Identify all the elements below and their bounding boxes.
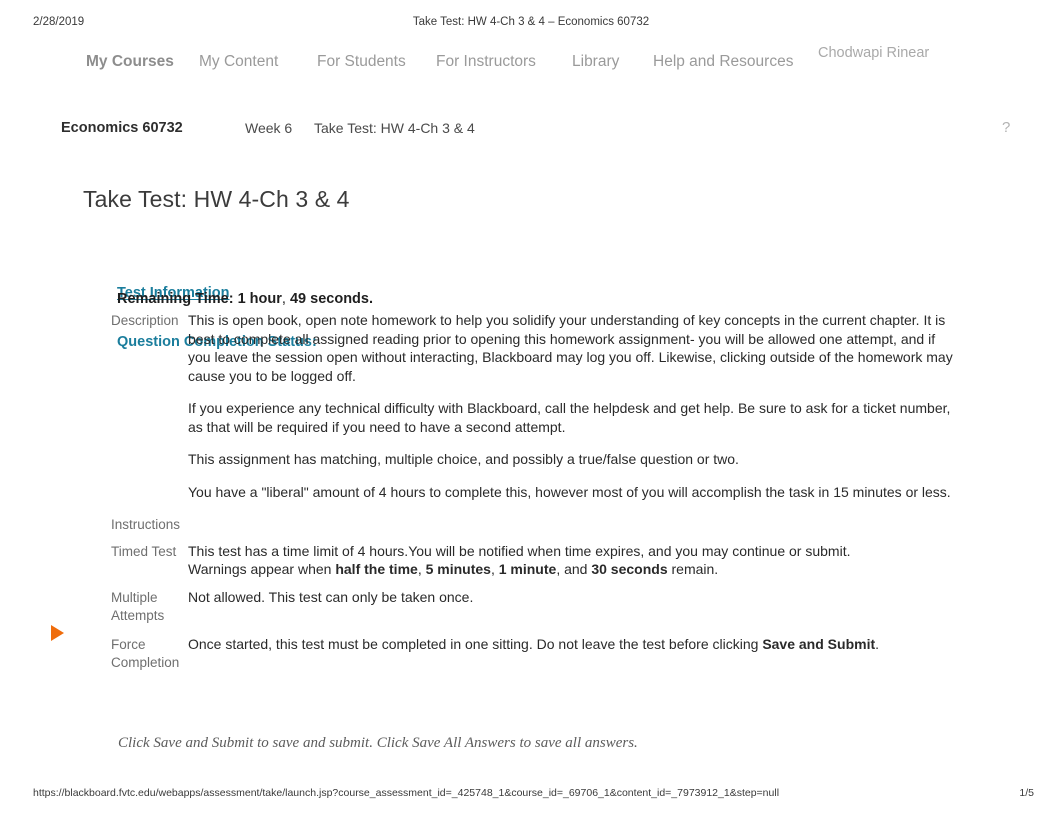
detail-label-description: Description (111, 313, 179, 328)
force-completion-prefix: Once started, this test must be complete… (188, 635, 763, 652)
nav-item-my-content[interactable]: My Content (199, 50, 278, 74)
nav-item-for-students[interactable]: For Students (317, 50, 406, 74)
nav-item-my-courses[interactable]: My Courses (86, 50, 174, 74)
description-paragraph-1: This is open book, open note homework to… (188, 312, 953, 384)
detail-row-description: Description This is open book, open note… (111, 311, 956, 501)
remaining-time-prefix: Remaining Time: (117, 291, 238, 307)
nav-item-library[interactable]: Library (572, 50, 619, 74)
timed-test-warn-suffix: remain. (667, 561, 719, 577)
timed-test-line-2: Warnings appear when half the time, 5 mi… (188, 560, 956, 579)
print-header: 2/28/2019 Take Test: HW 4-Ch 3 & 4 – Eco… (0, 16, 1062, 32)
description-paragraph-2: If you experience any technical difficul… (188, 400, 951, 435)
print-document-title: Take Test: HW 4-Ch 3 & 4 – Economics 607… (412, 16, 650, 28)
breadcrumb-current[interactable]: Take Test: HW 4-Ch 3 & 4 (314, 117, 475, 139)
breadcrumb-week[interactable]: Week 6 (245, 117, 292, 139)
nav-item-help-and-resources[interactable]: Help and Resources (653, 50, 793, 74)
user-name-label[interactable]: Chodwapi Rinear (818, 41, 929, 65)
print-footer-page-number: 1/5 (1019, 787, 1034, 799)
force-completion-suffix: . (875, 635, 880, 652)
timed-test-warn-3: 1 minute (498, 561, 557, 577)
timed-test-warn-4: 30 seconds (591, 561, 668, 577)
detail-value-description: This is open book, open note homework to… (188, 311, 956, 501)
detail-value-timed-test: This test has a time limit of 4 hours.Yo… (188, 542, 956, 579)
detail-row-multiple-attempts: Multiple Attempts Not allowed. This test… (111, 588, 956, 626)
breadcrumb: Economics 60732 Week 6 Take Test: HW 4-C… (0, 117, 1062, 141)
detail-value-multiple-attempts: Not allowed. This test can only be taken… (188, 588, 474, 605)
test-information-table: Description This is open book, open note… (111, 311, 956, 673)
global-navigation: My Courses My Content For Students For I… (0, 45, 1062, 76)
remaining-time-seconds-value: 49 (289, 291, 307, 307)
play-triangle-icon[interactable] (51, 625, 64, 641)
remaining-time-separator: , (281, 291, 290, 307)
remaining-time-seconds-unit: seconds. (306, 291, 373, 307)
timed-test-warn-sep-1: , (417, 561, 426, 577)
detail-row-timed-test: Timed Test This test has a time limit of… (111, 542, 956, 579)
remaining-time: Remaining Time: 1 hour, 49 seconds. (117, 291, 373, 307)
detail-label-multiple-attempts: Multiple Attempts (111, 589, 165, 624)
breadcrumb-course[interactable]: Economics 60732 (61, 117, 183, 139)
timed-test-line-1: This test has a time limit of 4 hours.Yo… (188, 542, 851, 559)
save-submit-footnote: Click Save and Submit to save and submit… (118, 735, 638, 751)
detail-label-timed-test: Timed Test (111, 543, 177, 559)
timed-test-warn-sep-2: , (490, 561, 499, 577)
remaining-time-hours: 1 hour (237, 291, 282, 307)
nav-item-for-instructors[interactable]: For Instructors (436, 50, 536, 74)
timed-test-warn-2: 5 minutes (425, 561, 491, 577)
force-completion-bold: Save and Submit (762, 635, 876, 652)
print-footer-url: https://blackboard.fvtc.edu/webapps/asse… (33, 787, 780, 799)
timed-test-warn-1: half the time (335, 561, 418, 577)
help-icon[interactable]: ? (1002, 117, 1010, 139)
timed-test-warn-prefix: Warnings appear when (188, 561, 336, 577)
detail-row-instructions: Instructions (111, 515, 956, 535)
detail-row-force-completion: Force Completion Once started, this test… (111, 635, 956, 673)
timed-test-warn-sep-3: , and (556, 561, 592, 577)
page-title: Take Test: HW 4-Ch 3 & 4 (83, 186, 350, 212)
detail-label-instructions: Instructions (111, 517, 181, 532)
description-paragraph-4: You have a "liberal" amount of 4 hours t… (188, 483, 951, 500)
detail-value-force-completion: Once started, this test must be complete… (188, 635, 956, 654)
print-footer: https://blackboard.fvtc.edu/webapps/asse… (0, 787, 1062, 803)
detail-label-force-completion: Force Completion (111, 636, 180, 671)
description-paragraph-3: This assignment has matching, multiple c… (188, 451, 739, 467)
